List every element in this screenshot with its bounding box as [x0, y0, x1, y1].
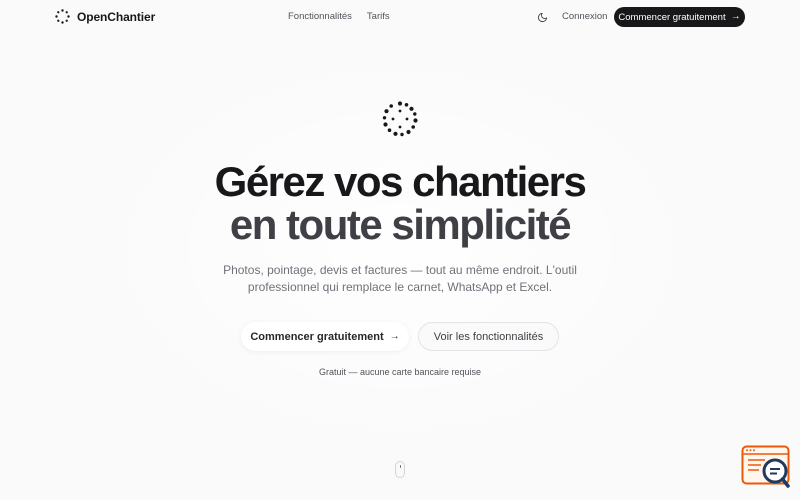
top-navbar: OpenChantier Fonctionnalités Tarifs Conn… [0, 0, 800, 34]
chat-widget-button[interactable] [741, 445, 791, 489]
hero-features-label: Voir les fonctionnalités [433, 330, 544, 343]
hero-features-button[interactable]: Voir les fonctionnalités [418, 322, 559, 351]
hero-title-line1: Gérez vos chantiers [214, 158, 587, 205]
hero-signup-button[interactable]: Commencer gratuitement → [241, 322, 409, 351]
scroll-wheel-dot [399, 465, 401, 468]
moon-icon [537, 12, 547, 22]
hero-signup-label: Commencer gratuitement [250, 330, 384, 343]
hero-logo-icon [382, 101, 418, 137]
hero-title-line2: en toute simplicité [229, 201, 572, 248]
nav-link-pricing[interactable]: Tarifs [367, 11, 390, 22]
theme-toggle-button[interactable] [535, 10, 549, 24]
hero-subtitle: Photos, pointage, devis et factures — to… [223, 263, 577, 294]
chat-search-widget-icon [741, 445, 790, 488]
nav-link-features[interactable]: Fonctionnalités [288, 11, 352, 22]
brand-name: OpenChantier [77, 9, 156, 24]
main-nav: Fonctionnalités Tarifs [288, 11, 390, 22]
header-signup-label: Commencer gratuitement [618, 11, 726, 23]
arrow-right-icon: → [389, 330, 400, 342]
brand-link[interactable]: OpenChantier [55, 9, 155, 24]
hero-note: Gratuit — aucune carte bancaire requise [318, 367, 482, 377]
arrow-right-icon: → [730, 11, 741, 22]
login-link[interactable]: Connexion [562, 11, 607, 22]
brand-logo-icon [55, 9, 70, 24]
mouse-scroll-icon[interactable] [395, 461, 405, 478]
header-signup-button[interactable]: Commencer gratuitement → [614, 7, 745, 27]
